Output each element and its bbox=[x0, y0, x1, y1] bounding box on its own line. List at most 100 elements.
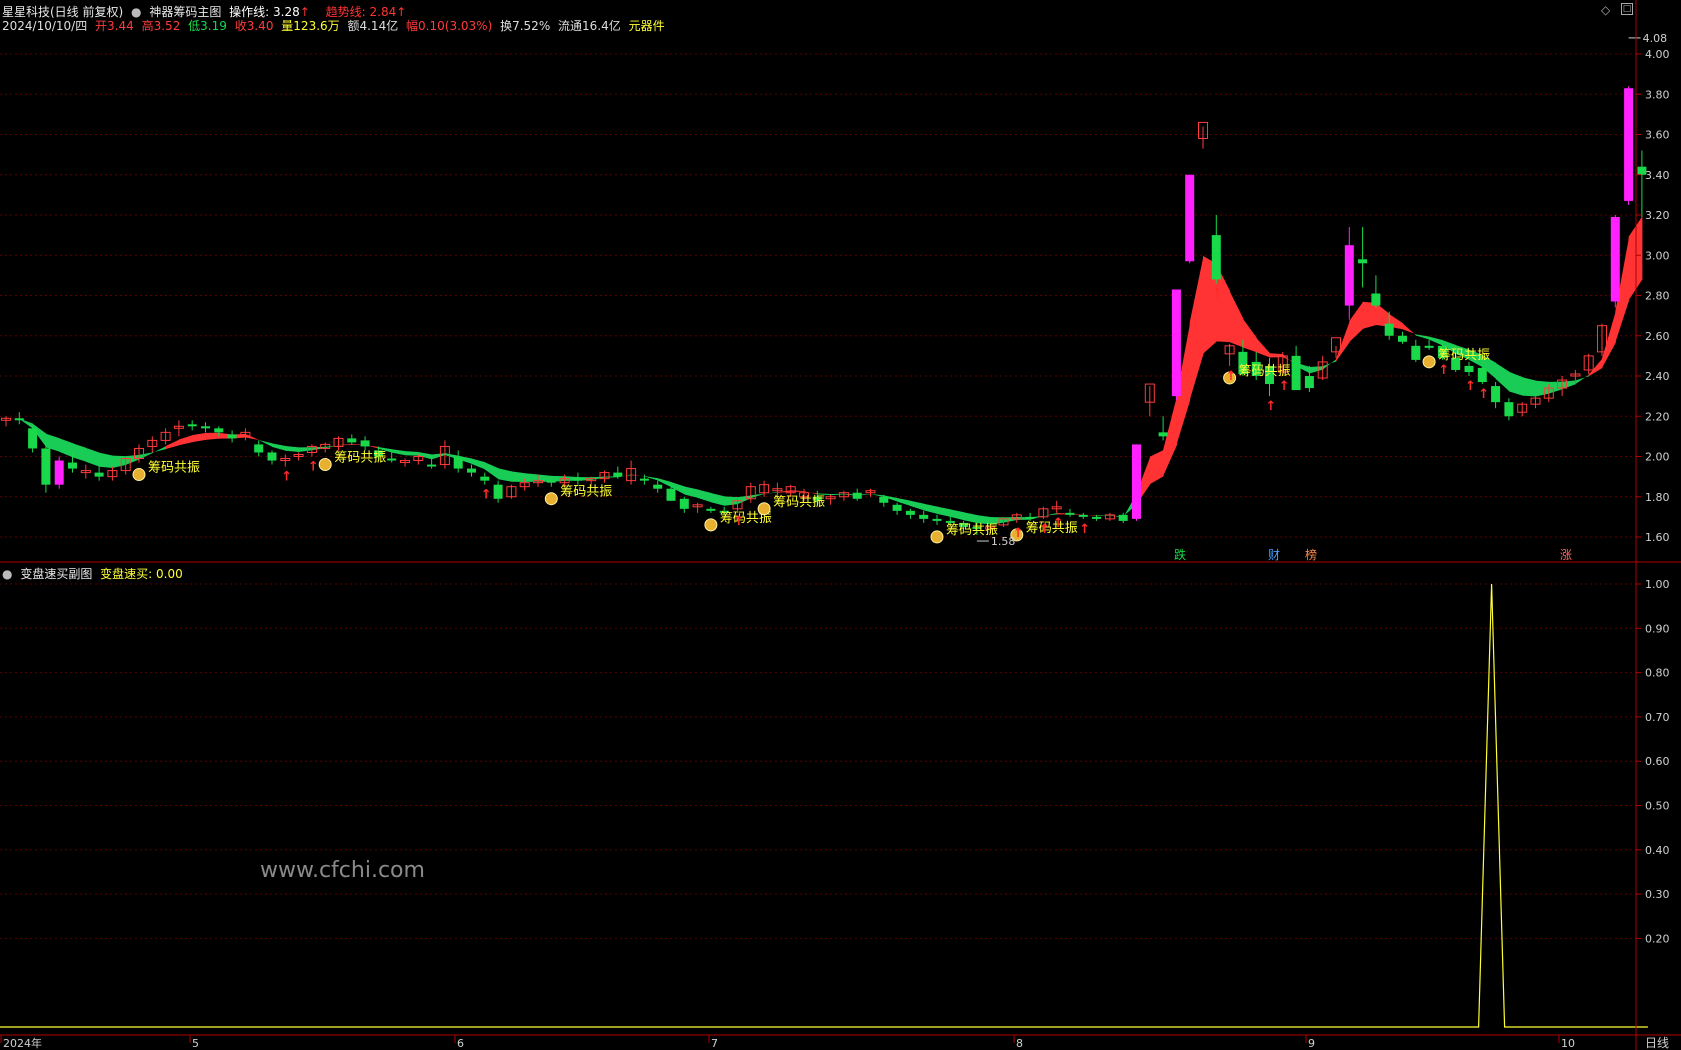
bar-close: 收3.40 bbox=[234, 19, 274, 33]
candle-body bbox=[1398, 335, 1407, 342]
candle-body bbox=[28, 428, 38, 449]
bar-change: 幅0.10(3.03%) bbox=[406, 19, 493, 33]
band-segment-down bbox=[498, 468, 512, 482]
candle bbox=[28, 424, 38, 453]
candle-body bbox=[1171, 289, 1181, 397]
candle-body bbox=[1118, 514, 1128, 521]
time-tick-label: 6 bbox=[457, 1037, 464, 1050]
band-segment-down bbox=[59, 438, 73, 458]
band-segment-down bbox=[1096, 515, 1111, 517]
price-tick-label: 1.60 bbox=[1645, 531, 1670, 544]
candle-body bbox=[493, 484, 503, 499]
money-bag-icon bbox=[930, 530, 944, 544]
sub-menu-icon[interactable]: ● bbox=[2, 567, 12, 581]
price-tick-label: 3.40 bbox=[1645, 169, 1670, 182]
candle-body bbox=[94, 472, 104, 477]
sub-header: ● 变盘速买副图 变盘速买: 0.00 bbox=[2, 565, 187, 582]
window-toggle-icon[interactable]: □ bbox=[1621, 3, 1633, 15]
candle bbox=[94, 466, 104, 481]
candle bbox=[506, 484, 517, 499]
candle-body bbox=[639, 478, 649, 481]
sub-tick-label: 0.90 bbox=[1645, 622, 1670, 635]
money-bag-icon bbox=[132, 468, 146, 482]
money-bag-icon bbox=[318, 457, 332, 471]
money-bag-icon bbox=[757, 502, 771, 516]
bar-turnover: 换7.52% bbox=[500, 19, 551, 33]
arrow-up-icon: ↑ bbox=[1438, 363, 1449, 378]
money-bag-icon bbox=[1422, 355, 1436, 369]
candle-body bbox=[919, 514, 929, 519]
band-segment-down bbox=[737, 495, 752, 505]
arrow-up-icon: ↑ bbox=[1478, 387, 1489, 402]
band-segment-down bbox=[1003, 516, 1018, 523]
band-segment-up bbox=[1402, 323, 1417, 336]
watermark: www.cfchi.com bbox=[260, 858, 425, 883]
candle bbox=[732, 498, 743, 511]
band-segment-down bbox=[830, 493, 845, 496]
candle-body bbox=[360, 440, 370, 447]
candle-body bbox=[666, 488, 676, 501]
band-segment-down bbox=[697, 489, 712, 503]
candle-body bbox=[1291, 355, 1301, 391]
band-segment-down bbox=[298, 447, 313, 452]
band-segment-down bbox=[604, 476, 619, 478]
band-segment-up bbox=[1602, 311, 1616, 368]
band-segment-down bbox=[112, 455, 127, 469]
sub-tick-label: 0.70 bbox=[1645, 711, 1670, 724]
candle-body bbox=[254, 444, 264, 453]
bar-date: 2024/10/10/四 bbox=[2, 19, 88, 33]
sub-value-label: 变盘速买: 0.00 bbox=[100, 567, 183, 581]
signal-label: 筹码共振 bbox=[773, 494, 825, 510]
band-segment-down bbox=[418, 452, 433, 460]
price-tick-label: 2.80 bbox=[1645, 290, 1670, 303]
candle-body bbox=[68, 462, 77, 469]
signal-label: 筹码共振 bbox=[1438, 347, 1490, 363]
stock-chart[interactable]: 筹码共振筹码共振筹码共振筹码共振筹码共振筹码共振 筹码共振筹码共振筹码共振↑↑↑↑… bbox=[0, 0, 1681, 1050]
candle bbox=[160, 428, 171, 445]
band-segment-down bbox=[99, 452, 113, 469]
bottom-tag: 财 bbox=[1268, 548, 1280, 562]
time-tick-label: 5 bbox=[192, 1037, 199, 1050]
candle-body bbox=[1092, 516, 1102, 519]
candle-body bbox=[546, 480, 556, 483]
candle bbox=[1504, 398, 1514, 421]
signal-label: 筹码共振 bbox=[1239, 363, 1291, 379]
time-tick-label: 2024年 bbox=[3, 1036, 42, 1050]
band-segment-down bbox=[1415, 334, 1430, 340]
sub-indicator-name[interactable]: 变盘速买副图 bbox=[20, 567, 92, 581]
candle bbox=[1398, 331, 1407, 344]
candle bbox=[1624, 86, 1634, 205]
candle bbox=[54, 456, 64, 489]
sub-tick-label: 0.30 bbox=[1645, 888, 1670, 901]
band-segment-down bbox=[125, 454, 140, 465]
candle bbox=[679, 496, 689, 513]
candle bbox=[387, 452, 397, 463]
candle-body bbox=[1624, 88, 1634, 201]
diamond-icon[interactable]: ◇ bbox=[1601, 3, 1610, 17]
band-segment-up bbox=[1229, 291, 1244, 348]
candle bbox=[467, 464, 476, 477]
sub-tick-label: 0.50 bbox=[1645, 800, 1670, 813]
arrow-up-icon: ↑ bbox=[281, 470, 292, 485]
band-segment-up bbox=[245, 433, 260, 441]
bar-sector[interactable]: 元器件 bbox=[629, 19, 665, 33]
candle bbox=[1185, 174, 1195, 264]
candle bbox=[1198, 121, 1208, 149]
candle bbox=[706, 506, 716, 513]
bar-open: 开3.44 bbox=[95, 19, 134, 33]
bar-info: 2024/10/10/四 开3.44 高3.52 低3.19 收3.40 量12… bbox=[2, 17, 669, 34]
candle-body bbox=[1185, 174, 1195, 262]
price-tick-label: 3.80 bbox=[1645, 88, 1670, 101]
price-tick-label: 4.00 bbox=[1645, 48, 1670, 61]
band-segment-up bbox=[178, 435, 193, 446]
arrow-up-icon: ↑ bbox=[1226, 369, 1237, 384]
candle bbox=[573, 472, 583, 485]
candle bbox=[187, 420, 197, 431]
candle bbox=[80, 464, 91, 479]
candle bbox=[919, 510, 929, 523]
arrow-up-icon: ↑ bbox=[1039, 522, 1050, 537]
candle-body bbox=[1065, 512, 1075, 515]
signal-label: 筹码共振 bbox=[560, 484, 612, 500]
bottom-tag: 榜 bbox=[1305, 547, 1317, 562]
max-price-label: 4.08 bbox=[1643, 32, 1668, 45]
